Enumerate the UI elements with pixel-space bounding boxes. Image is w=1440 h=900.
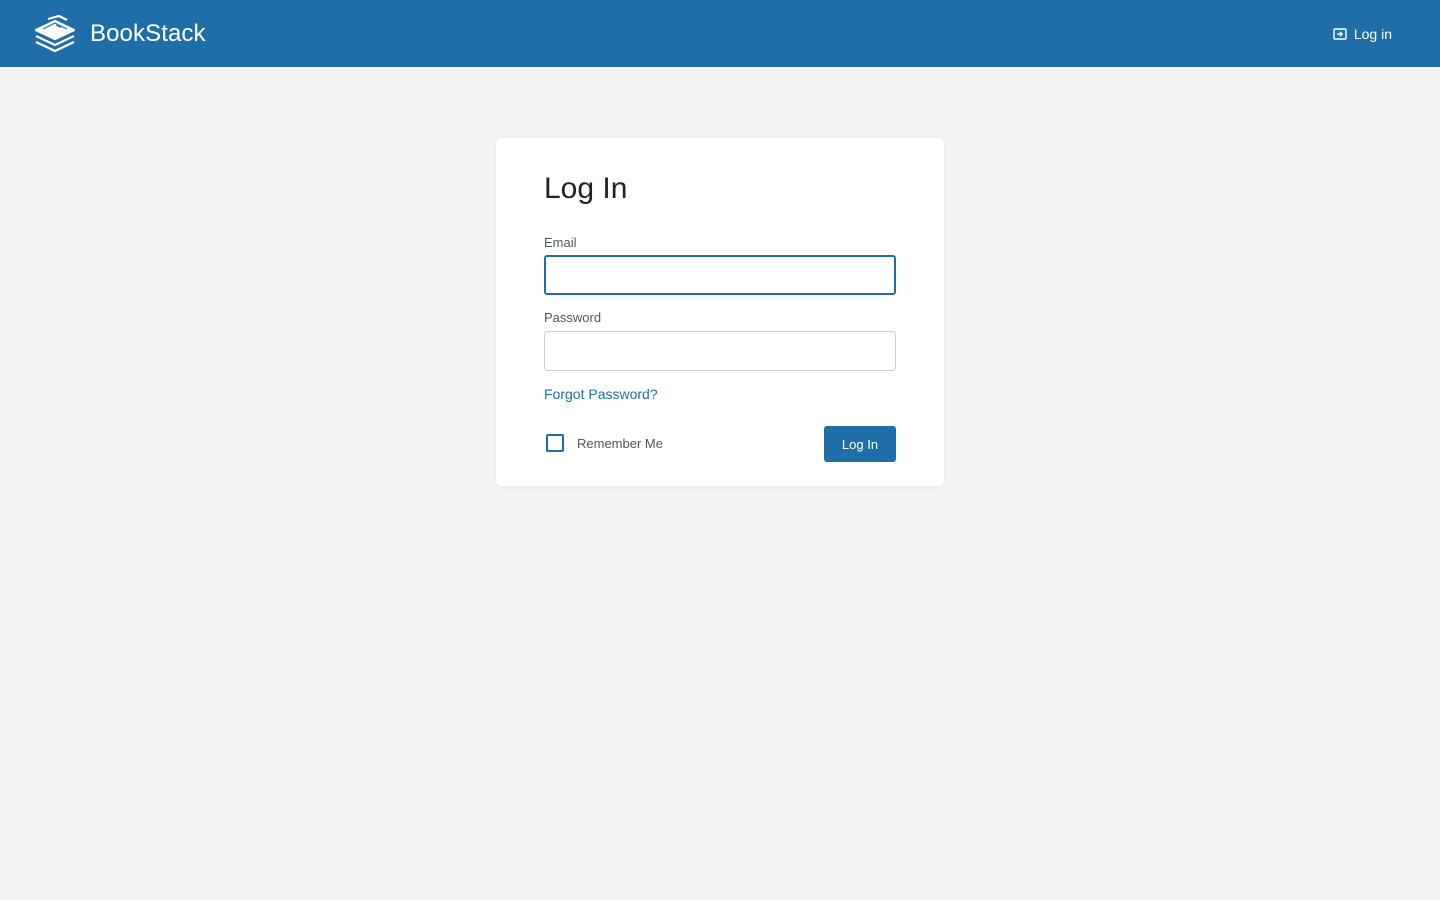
password-label: Password <box>544 310 602 325</box>
bookstack-logo-icon <box>34 14 76 52</box>
header-login-label: Log in <box>1353 25 1392 42</box>
password-field[interactable] <box>544 331 896 371</box>
header-login-link[interactable]: Log in <box>1333 26 1392 42</box>
remember-me-label: Remember Me <box>577 435 663 451</box>
email-field[interactable] <box>544 255 896 295</box>
login-card: Log In Email Password Forgot Password? R… <box>496 138 944 486</box>
brand-name: BookStack <box>90 19 206 47</box>
brand-home-link[interactable]: BookStack <box>34 14 206 53</box>
remember-me-toggle[interactable]: Remember Me <box>546 434 663 452</box>
email-label: Email <box>544 235 577 250</box>
login-submit-button[interactable]: Log In <box>824 426 896 462</box>
top-header: BookStack Log in <box>0 0 1440 67</box>
forgot-password-link[interactable]: Forgot Password? <box>544 386 658 402</box>
page-title: Log In <box>544 172 628 205</box>
remember-me-checkbox[interactable] <box>546 434 564 452</box>
login-icon <box>1333 27 1347 40</box>
